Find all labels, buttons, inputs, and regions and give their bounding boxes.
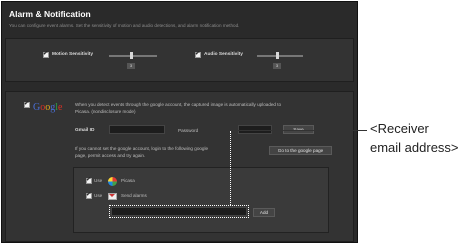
- add-receiver-button[interactable]: Add: [253, 208, 275, 217]
- callout-line2: email address>: [370, 140, 459, 155]
- audio-sensitivity-checkbox[interactable]: [195, 50, 201, 58]
- motion-sensitivity-thumb[interactable]: [130, 52, 133, 59]
- motion-sensitivity-value: 3: [127, 63, 135, 69]
- use-picasa-label: Use: [94, 178, 103, 183]
- motion-sensitivity-checkbox[interactable]: [43, 50, 49, 58]
- gmail-id-input[interactable]: [109, 125, 165, 134]
- google-help-line2: page, permit access and try again.: [75, 153, 146, 158]
- callout-leader-line: [230, 130, 367, 131]
- audio-sensitivity-slider[interactable]: [257, 55, 303, 57]
- audio-sensitivity-label: Audio Sensitivity: [204, 52, 243, 57]
- callout-line1: <Receiver: [370, 121, 429, 136]
- google-help-line1: If you cannot set the google account, lo…: [75, 146, 209, 151]
- audio-sensitivity-thumb[interactable]: [276, 52, 279, 59]
- motion-sensitivity-label: Motion Sensitivity: [52, 52, 94, 57]
- picasa-label: Picasa: [121, 178, 135, 183]
- go-to-google-page-button[interactable]: Go to the google page: [269, 146, 332, 155]
- receiver-email-callout: <Receiver email address>: [370, 119, 459, 157]
- page-title: Alarm & Notification: [9, 9, 91, 19]
- password-label: Password: [178, 128, 199, 133]
- motion-sensitivity-slider[interactable]: [109, 55, 157, 57]
- sensitivity-section: Motion Sensitivity 3 Audio Sensitivity 3: [5, 38, 354, 82]
- google-enable-checkbox[interactable]: [24, 100, 30, 108]
- google-description-line2: Picasa. (nondisclosure mode): [75, 109, 136, 114]
- page-subtitle: You can configure event alarms. Set the …: [9, 23, 240, 28]
- send-alarms-label: Send alarms: [121, 193, 147, 198]
- picasa-icon: [108, 177, 117, 186]
- use-send-alarms-label: Use: [94, 193, 103, 198]
- use-picasa-checkbox[interactable]: [86, 176, 92, 184]
- audio-sensitivity-value: 3: [273, 63, 281, 69]
- callout-dotted-line: [230, 131, 231, 205]
- mail-icon: [108, 193, 117, 200]
- gmail-id-label: Gmail ID: [75, 128, 95, 133]
- use-send-alarms-checkbox[interactable]: [86, 191, 92, 199]
- google-logo: Google: [33, 102, 63, 113]
- google-description-line1: When you detect events through the googl…: [75, 102, 282, 107]
- receiver-email-highlight: [109, 205, 249, 218]
